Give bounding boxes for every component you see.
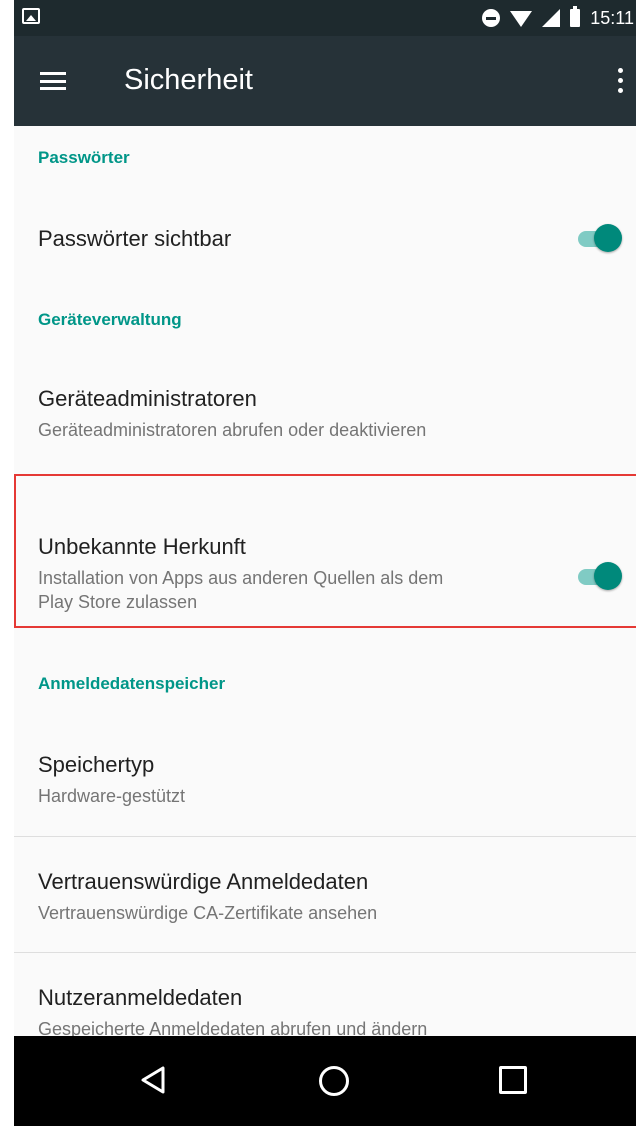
setting-vertrauenswuerdige-anmeldedaten[interactable]: Vertrauenswürdige Anmeldedaten Vertrauen… xyxy=(14,837,636,952)
passwoerter-sichtbar-toggle[interactable] xyxy=(574,221,622,255)
subtitle-line-2: Play Store zulassen xyxy=(38,592,198,612)
setting-title: Unbekannte Herkunft xyxy=(38,534,246,559)
setting-title: Vertrauenswürdige Anmeldedaten xyxy=(38,869,369,894)
phone-screen: 15:11 Sicherheit Passwörter Passwörter s… xyxy=(14,0,636,1126)
settings-list: Passwörter Passwörter sichtbar Gerätever… xyxy=(14,126,636,1068)
setting-unbekannte-herkunft[interactable]: Unbekannte Herkunft Installation von App… xyxy=(14,502,636,656)
setting-title: Nutzeranmeldedaten xyxy=(38,985,243,1010)
navigation-bar xyxy=(14,1036,636,1126)
setting-subtitle: Installation von Apps aus anderen Quelle… xyxy=(38,566,636,614)
category-anmeldedatenspeicher: Anmeldedatenspeicher xyxy=(38,674,226,693)
setting-subtitle: Vertrauenswürdige CA-Zertifikate ansehen xyxy=(38,903,378,923)
app-bar: Sicherheit xyxy=(14,36,636,126)
subtitle-line-1: Installation von Apps aus anderen Quelle… xyxy=(38,568,444,588)
status-icons: 15:11 xyxy=(482,0,636,36)
nav-recents-icon[interactable] xyxy=(499,1066,527,1094)
unbekannte-herkunft-toggle[interactable] xyxy=(574,559,622,593)
setting-geraeteadministratoren[interactable]: Geräteadministratoren Geräteadministrato… xyxy=(14,352,636,502)
setting-title: Geräteadministratoren xyxy=(38,386,257,411)
cell-signal-icon xyxy=(542,9,561,27)
status-bar: 15:11 xyxy=(14,0,636,36)
setting-passwoerter-sichtbar[interactable]: Passwörter sichtbar xyxy=(14,190,636,288)
setting-subtitle: Geräteadministratoren abrufen oder deakt… xyxy=(38,420,427,440)
setting-subtitle: Hardware-gestützt xyxy=(38,786,186,806)
setting-title: Passwörter sichtbar xyxy=(38,226,232,251)
category-passwoerter: Passwörter xyxy=(38,148,130,167)
nav-back-icon[interactable] xyxy=(140,1066,166,1094)
more-vert-icon[interactable] xyxy=(616,68,624,96)
page-title: Sicherheit xyxy=(124,64,253,96)
nav-home-icon[interactable] xyxy=(319,1066,349,1096)
setting-speichertyp[interactable]: Speichertyp Hardware-gestützt xyxy=(14,720,636,836)
battery-icon xyxy=(570,6,581,27)
hamburger-menu-icon[interactable] xyxy=(40,72,66,90)
do-not-disturb-icon xyxy=(482,9,501,27)
setting-title: Speichertyp xyxy=(38,752,155,777)
wifi-icon xyxy=(510,11,533,27)
category-geraeteverwaltung: Geräteverwaltung xyxy=(38,310,182,329)
status-clock: 15:11 xyxy=(590,7,634,28)
image-notification-icon xyxy=(22,8,40,24)
